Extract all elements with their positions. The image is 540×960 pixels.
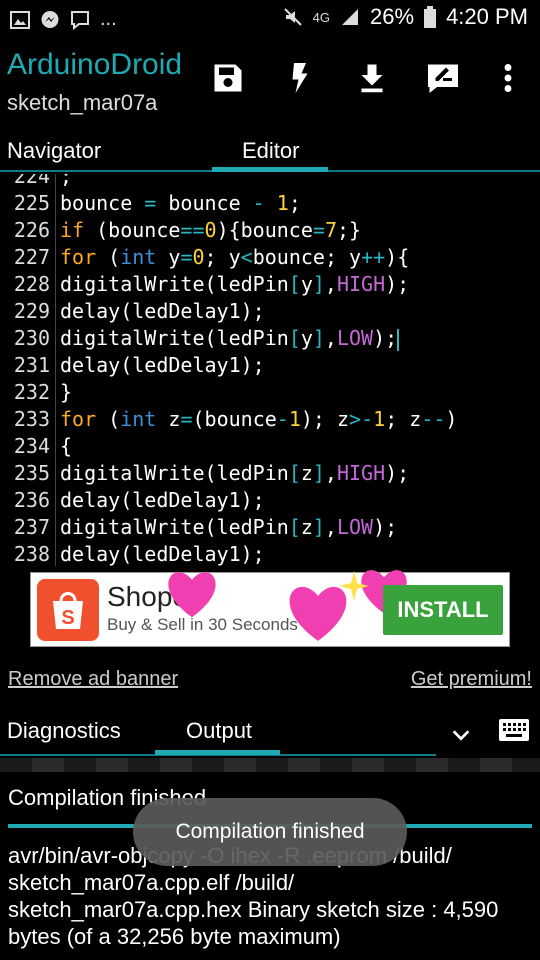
sparkle-icon bbox=[339, 571, 369, 601]
sketch-name: sketch_mar07a bbox=[7, 90, 158, 115]
line-number: 228 bbox=[13, 272, 50, 296]
keyboard-icon[interactable] bbox=[498, 718, 530, 742]
line-number: 231 bbox=[13, 353, 50, 377]
line-code: digitalWrite(ledPin[y],HIGH); bbox=[60, 272, 410, 296]
mute-icon bbox=[283, 8, 302, 26]
more-notifications: ... bbox=[100, 8, 117, 30]
tab-output[interactable]: Output bbox=[186, 718, 252, 744]
line-number: 227 bbox=[13, 245, 50, 269]
line-code: digitalWrite(ledPin[z],LOW); bbox=[60, 515, 398, 539]
signal-icon bbox=[342, 9, 359, 25]
line-number: 235 bbox=[13, 461, 50, 485]
save-icon[interactable] bbox=[210, 60, 246, 96]
get-premium-link[interactable]: Get premium! bbox=[411, 668, 532, 691]
toast-message: Compilation finished bbox=[133, 798, 407, 866]
gutter-divider bbox=[55, 174, 56, 566]
gallery-notification-icon bbox=[10, 10, 30, 29]
line-code: for (int z=(bounce-1); z>-1; z--) bbox=[60, 407, 458, 431]
line-number: 232 bbox=[13, 380, 50, 404]
messenger-notification-icon bbox=[41, 10, 59, 28]
download-icon[interactable] bbox=[354, 60, 390, 96]
app-bar: ArduinoDroid sketch_mar07a bbox=[0, 38, 540, 120]
line-code: delay(ledDelay1); bbox=[60, 542, 265, 566]
remove-ad-link[interactable]: Remove ad banner bbox=[8, 668, 178, 691]
line-code: ; bbox=[60, 174, 73, 188]
line-code: delay(ledDelay1); bbox=[60, 299, 265, 323]
line-number: 237 bbox=[13, 515, 50, 539]
comment-notification-icon bbox=[71, 10, 89, 30]
line-code: } bbox=[60, 380, 73, 404]
line-code: bounce = bounce - 1; bbox=[60, 191, 301, 215]
main-tabs: Navigator Editor bbox=[0, 120, 540, 174]
line-number: 224 bbox=[13, 174, 50, 188]
line-number: 226 bbox=[13, 218, 50, 242]
battery-percent: 26% bbox=[370, 4, 415, 29]
edit-icon[interactable] bbox=[425, 60, 461, 96]
line-number: 234 bbox=[13, 434, 50, 458]
line-code: digitalWrite(ledPin[y],LOW); bbox=[60, 326, 400, 351]
ad-banner[interactable]: S Shopee Buy & Sell in 30 Seconds INSTAL… bbox=[30, 570, 510, 647]
active-tab-indicator bbox=[212, 167, 328, 172]
text-cursor bbox=[397, 328, 400, 351]
line-code: if (bounce==0){bounce=7;} bbox=[60, 218, 362, 242]
heart-icon bbox=[168, 572, 216, 618]
line-code: delay(ledDelay1); bbox=[60, 488, 265, 512]
app-title: ArduinoDroid bbox=[7, 48, 183, 81]
code-editor[interactable]: 224; 225 bounce = bounce - 1; 226 if (bounce… bbox=[0, 174, 540, 566]
line-number: 229 bbox=[13, 299, 50, 323]
line-number: 225 bbox=[13, 191, 50, 215]
line-number: 238 bbox=[13, 542, 50, 566]
line-code: for (int y=0; y<bounce; y++){ bbox=[60, 245, 410, 269]
active-output-tab-indicator bbox=[155, 750, 280, 755]
chevron-down-icon[interactable] bbox=[450, 724, 472, 746]
tab-diagnostics[interactable]: Diagnostics bbox=[7, 718, 121, 744]
tab-navigator[interactable]: Navigator bbox=[7, 138, 101, 164]
line-code: { bbox=[60, 434, 73, 458]
more-vert-icon[interactable] bbox=[490, 60, 526, 96]
line-code: delay(ledDelay1); bbox=[60, 353, 265, 377]
line-code: digitalWrite(ledPin[z],HIGH); bbox=[60, 461, 410, 485]
status-bar: ... 4G 26% 4:20 PM bbox=[0, 0, 540, 38]
line-number: 236 bbox=[13, 488, 50, 512]
flash-icon[interactable] bbox=[282, 60, 318, 96]
install-button[interactable]: INSTALL bbox=[383, 585, 503, 635]
line-number: 233 bbox=[13, 407, 50, 431]
tab-editor[interactable]: Editor bbox=[242, 138, 299, 164]
clock: 4:20 PM bbox=[446, 4, 528, 29]
line-number: 230 bbox=[13, 326, 50, 350]
splitter-handle[interactable] bbox=[0, 758, 540, 772]
network-type: 4G bbox=[312, 9, 331, 25]
svg-text:S: S bbox=[61, 607, 74, 629]
shopee-logo-icon: S bbox=[37, 579, 99, 641]
battery-icon bbox=[424, 6, 437, 28]
